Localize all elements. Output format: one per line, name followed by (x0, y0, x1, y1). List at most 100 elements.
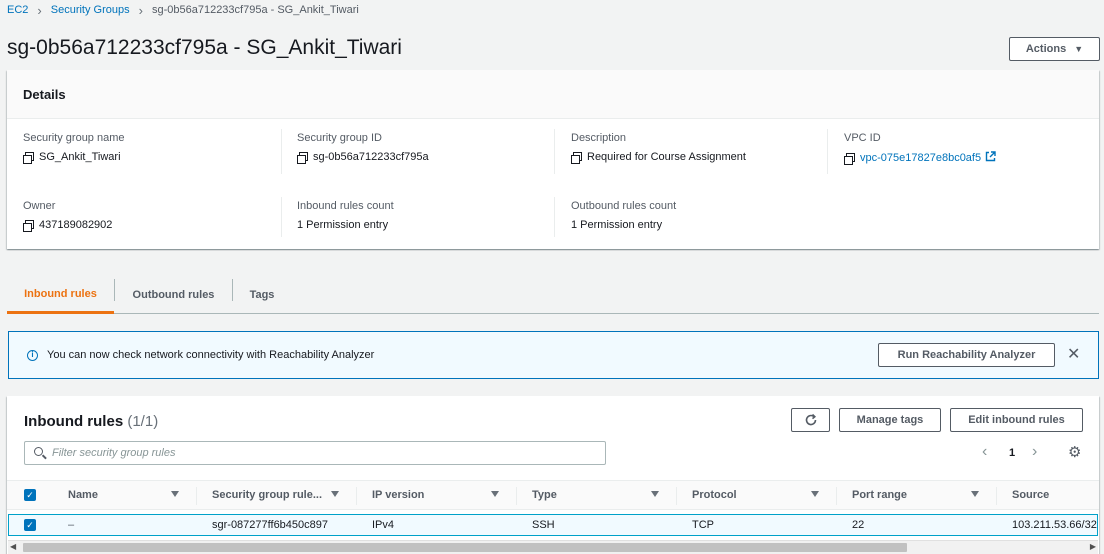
external-link-icon[interactable] (985, 151, 996, 165)
column-divider (196, 487, 197, 505)
vpc-id-link[interactable]: vpc-075e17827e8bc0af5 (860, 152, 981, 164)
column-header-ip-version[interactable]: IP version (372, 489, 424, 501)
column-divider (356, 487, 357, 505)
inbound-count-label: Inbound rules count (297, 200, 394, 212)
info-banner: i You can now check network connectivity… (8, 331, 1099, 379)
tab-bar: Inbound rules Outbound rules Tags (7, 276, 1099, 314)
breadcrumb-current: sg-0b56a712233cf795a - SG_Ankit_Tiwari (151, 4, 359, 16)
column-divider (554, 129, 555, 174)
sg-name-text: SG_Ankit_Tiwari (39, 151, 121, 163)
details-title: Details (23, 87, 66, 102)
chevron-right-icon: › (138, 2, 143, 18)
cell-name: – (68, 519, 75, 531)
page-title: sg-0b56a712233cf795a - SG_Ankit_Tiwari (7, 36, 402, 59)
copy-icon[interactable] (23, 152, 34, 164)
copy-icon[interactable] (844, 153, 855, 165)
scroll-left-icon[interactable]: ◀ (10, 542, 16, 551)
sort-icon[interactable] (651, 491, 659, 497)
run-reachability-analyzer-button[interactable]: Run Reachability Analyzer (878, 343, 1055, 367)
column-divider (996, 487, 997, 505)
search-input[interactable] (52, 444, 592, 462)
cell-rule-id: sgr-087277ff6b450c897 (212, 519, 329, 531)
copy-icon[interactable] (23, 220, 34, 232)
scroll-right-icon[interactable]: ▶ (1090, 542, 1096, 551)
outbound-count-label: Outbound rules count (571, 200, 677, 212)
chevron-right-icon: › (37, 2, 42, 18)
refresh-icon (805, 413, 816, 426)
horizontal-scrollbar[interactable]: ◀ ▶ (8, 540, 1098, 554)
sort-icon[interactable] (171, 491, 179, 497)
sort-icon[interactable] (971, 491, 979, 497)
tab-outbound-rules[interactable]: Outbound rules (115, 276, 232, 313)
owner-value: 437189082902 (23, 219, 113, 232)
actions-button[interactable]: Actions ▼ (1009, 37, 1100, 61)
column-header-port-range[interactable]: Port range (852, 489, 907, 501)
vpc-id-label: VPC ID (844, 132, 881, 144)
breadcrumb-security-groups-link[interactable]: Security Groups (51, 4, 130, 16)
details-panel: Details Security group name SG_Ankit_Tiw… (7, 70, 1099, 249)
chevron-right-icon[interactable]: › (1032, 443, 1037, 461)
sg-id-label: Security group ID (297, 132, 382, 144)
cell-source: 103.211.53.66/32 (1012, 519, 1097, 531)
actions-button-label: Actions (1025, 43, 1067, 55)
column-header-name[interactable]: Name (68, 489, 98, 501)
sg-name-label: Security group name (23, 132, 125, 144)
column-divider (676, 487, 677, 505)
owner-text: 437189082902 (39, 219, 113, 231)
column-header-rule-id[interactable]: Security group rule... (212, 489, 322, 501)
search-icon (34, 447, 43, 456)
table-row[interactable]: ✓ – sgr-087277ff6b450c897 IPv4 SSH TCP 2… (8, 514, 1098, 536)
rules-title: Inbound rules (1/1) (24, 413, 158, 430)
scrollbar-thumb[interactable] (23, 543, 907, 552)
chevron-left-icon[interactable]: ‹ (982, 443, 987, 461)
cell-type: SSH (532, 519, 555, 531)
edit-inbound-rules-button[interactable]: Edit inbound rules (950, 408, 1083, 432)
select-all-checkbox[interactable]: ✓ (24, 489, 36, 501)
inbound-count-value: 1 Permission entry (297, 219, 389, 231)
column-header-type[interactable]: Type (532, 489, 557, 501)
banner-text: You can now check network connectivity w… (47, 349, 375, 361)
description-label: Description (571, 132, 627, 144)
rules-count: (1/1) (127, 413, 159, 430)
column-header-protocol[interactable]: Protocol (692, 489, 737, 501)
sort-icon[interactable] (491, 491, 499, 497)
gear-icon[interactable]: ⚙ (1068, 443, 1081, 461)
column-divider (281, 197, 282, 237)
cell-ip-version: IPv4 (372, 519, 395, 531)
manage-tags-button[interactable]: Manage tags (839, 408, 941, 432)
description-text: Required for Course Assignment (587, 151, 746, 163)
row-checkbox[interactable]: ✓ (24, 519, 36, 531)
close-icon[interactable]: ✕ (1067, 346, 1080, 364)
vpc-id-value: vpc-075e17827e8bc0af5 (844, 151, 996, 165)
copy-icon[interactable] (297, 152, 308, 164)
column-divider (554, 197, 555, 237)
breadcrumb: EC2 › Security Groups › sg-0b56a712233cf… (7, 2, 359, 18)
table-header: ✓ Name Security group rule... IP version… (7, 480, 1099, 510)
column-divider (836, 487, 837, 505)
refresh-button[interactable] (791, 408, 830, 432)
rules-title-text: Inbound rules (24, 413, 124, 430)
info-icon: i (27, 350, 38, 361)
description-value: Required for Course Assignment (571, 151, 746, 164)
column-header-source[interactable]: Source (1012, 489, 1049, 501)
page-number[interactable]: 1 (1009, 447, 1015, 459)
column-divider (827, 129, 828, 174)
search-box (24, 441, 606, 465)
owner-label: Owner (23, 200, 56, 212)
sort-icon[interactable] (811, 491, 819, 497)
column-divider (516, 487, 517, 505)
outbound-count-value: 1 Permission entry (571, 219, 663, 231)
details-header: Details (7, 70, 1099, 119)
tab-inbound-rules[interactable]: Inbound rules (7, 276, 114, 314)
caret-down-icon: ▼ (1074, 44, 1084, 54)
sg-id-text: sg-0b56a712233cf795a (313, 151, 429, 163)
tab-tags[interactable]: Tags (233, 276, 291, 313)
column-divider (281, 129, 282, 174)
cell-protocol: TCP (692, 519, 714, 531)
sort-icon[interactable] (331, 491, 339, 497)
cell-port-range: 22 (852, 519, 865, 531)
inbound-rules-panel: Inbound rules (1/1) Manage tags Edit inb… (7, 396, 1099, 554)
breadcrumb-ec2-link[interactable]: EC2 (7, 4, 28, 16)
copy-icon[interactable] (571, 152, 582, 164)
sg-id-value: sg-0b56a712233cf795a (297, 151, 429, 164)
